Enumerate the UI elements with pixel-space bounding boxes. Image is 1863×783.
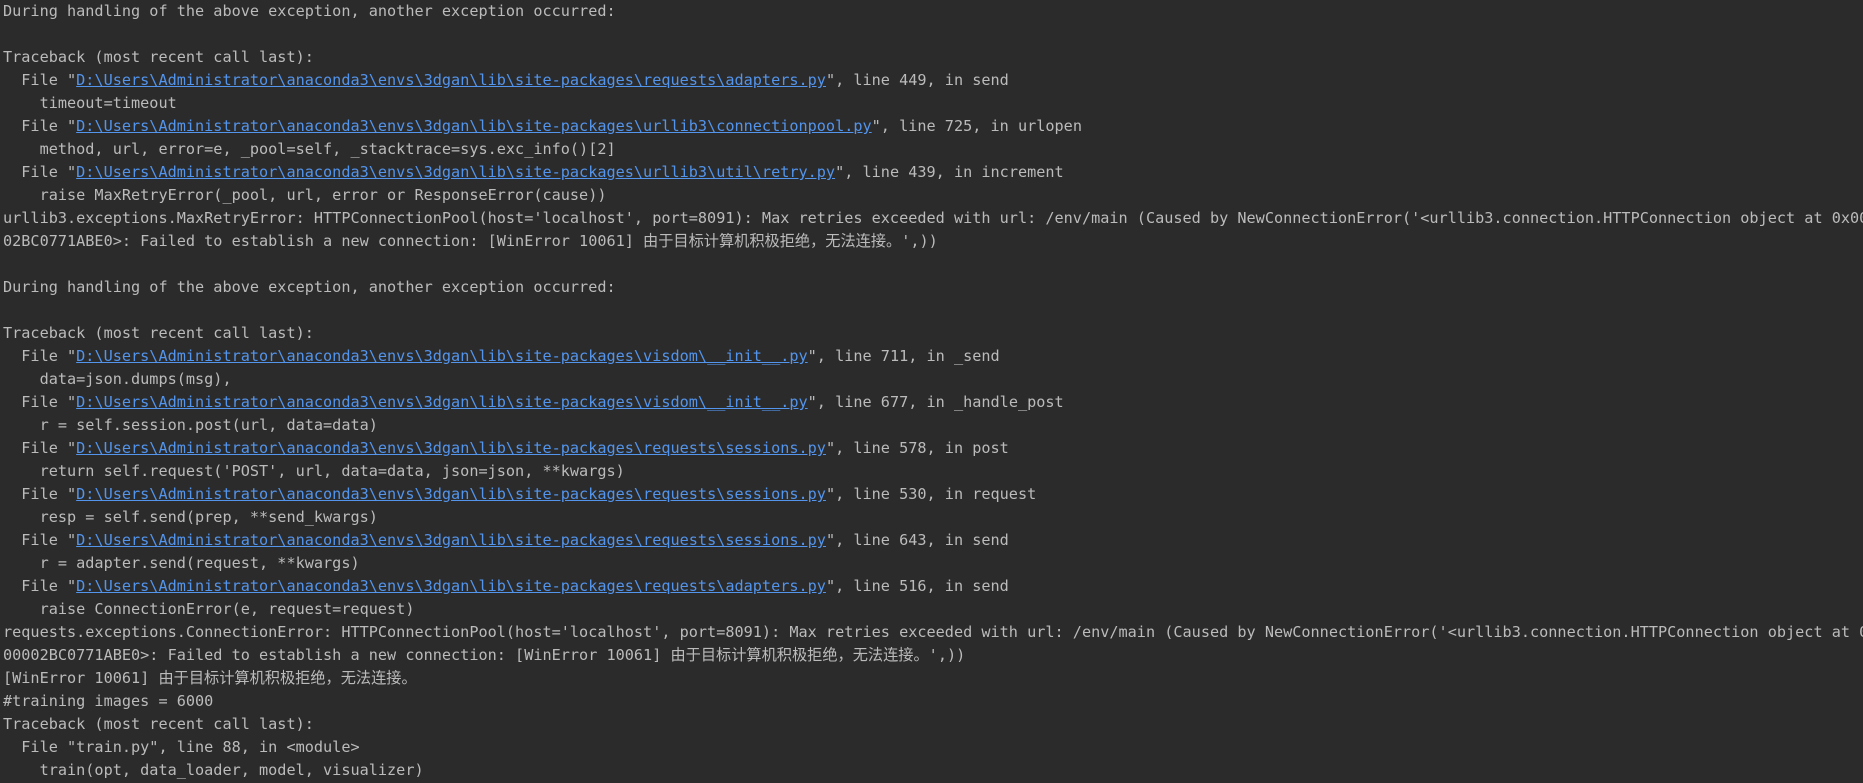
console-line: raise MaxRetryError(_pool, url, error or… bbox=[3, 184, 1861, 207]
console-text: r = adapter.send(request, **kwargs) bbox=[3, 554, 360, 572]
traceback-file-link[interactable]: D:\Users\Administrator\anaconda3\envs\3d… bbox=[76, 531, 826, 549]
console-text: #training images = 6000 bbox=[3, 692, 214, 710]
console-line: File "D:\Users\Administrator\anaconda3\e… bbox=[3, 529, 1861, 552]
console-text: r = self.session.post(url, data=data) bbox=[3, 416, 378, 434]
console-output[interactable]: During handling of the above exception, … bbox=[3, 0, 1863, 782]
console-text: resp = self.send(prep, **send_kwargs) bbox=[3, 508, 378, 526]
console-text: Traceback (most recent call last): bbox=[3, 715, 314, 733]
console-text: raise MaxRetryError(_pool, url, error or… bbox=[3, 186, 607, 204]
console-line: File "D:\Users\Administrator\anaconda3\e… bbox=[3, 345, 1861, 368]
traceback-file-prefix: File " bbox=[3, 163, 77, 181]
traceback-file-prefix: File " bbox=[3, 117, 77, 135]
console-text: raise ConnectionError(e, request=request… bbox=[3, 600, 415, 618]
console-text: 00002BC0771ABE0>: Failed to establish a … bbox=[3, 646, 966, 664]
traceback-location: ", line 516, in send bbox=[825, 577, 1009, 595]
console-text: method, url, error=e, _pool=self, _stack… bbox=[3, 140, 616, 158]
console-line: [WinError 10061] 由于目标计算机积极拒绝，无法连接。 bbox=[3, 667, 1861, 690]
traceback-file-link[interactable]: D:\Users\Administrator\anaconda3\envs\3d… bbox=[76, 71, 826, 89]
traceback-file-prefix: File " bbox=[3, 393, 77, 411]
console-line: File "train.py", line 88, in <module> bbox=[3, 736, 1861, 759]
console-line: File "D:\Users\Administrator\anaconda3\e… bbox=[3, 69, 1861, 92]
console-line: requests.exceptions.ConnectionError: HTT… bbox=[3, 621, 1863, 644]
traceback-file-prefix: File " bbox=[3, 347, 77, 365]
console-line: r = self.session.post(url, data=data) bbox=[3, 414, 1861, 437]
console-text: return self.request('POST', url, data=da… bbox=[3, 462, 625, 480]
console-line: File "D:\Users\Administrator\anaconda3\e… bbox=[3, 391, 1861, 414]
traceback-location: ", line 711, in _send bbox=[807, 347, 1000, 365]
traceback-file-prefix: File " bbox=[3, 485, 77, 503]
console-text: 02BC0771ABE0>: Failed to establish a new… bbox=[3, 232, 938, 250]
traceback-file-link[interactable]: D:\Users\Administrator\anaconda3\envs\3d… bbox=[76, 163, 835, 181]
console-text: [WinError 10061] 由于目标计算机积极拒绝，无法连接。 bbox=[3, 669, 417, 687]
console-line: File "D:\Users\Administrator\anaconda3\e… bbox=[3, 437, 1861, 460]
console-text: During handling of the above exception, … bbox=[3, 278, 616, 296]
console-line: During handling of the above exception, … bbox=[3, 0, 1861, 23]
console-line: Traceback (most recent call last): bbox=[3, 322, 1861, 345]
traceback-location: ", line 439, in increment bbox=[835, 163, 1064, 181]
console-line: File "D:\Users\Administrator\anaconda3\e… bbox=[3, 575, 1861, 598]
traceback-file-link[interactable]: D:\Users\Administrator\anaconda3\envs\3d… bbox=[76, 393, 808, 411]
console-text: urllib3.exceptions.MaxRetryError: HTTPCo… bbox=[3, 209, 1863, 227]
console-line: During handling of the above exception, … bbox=[3, 276, 1861, 299]
console-text: File "train.py", line 88, in <module> bbox=[3, 738, 360, 756]
traceback-file-link[interactable]: D:\Users\Administrator\anaconda3\envs\3d… bbox=[76, 439, 826, 457]
console-line: File "D:\Users\Administrator\anaconda3\e… bbox=[3, 161, 1861, 184]
traceback-file-link[interactable]: D:\Users\Administrator\anaconda3\envs\3d… bbox=[76, 347, 808, 365]
traceback-file-prefix: File " bbox=[3, 439, 77, 457]
console-text: Traceback (most recent call last): bbox=[3, 48, 314, 66]
traceback-location: ", line 578, in post bbox=[825, 439, 1009, 457]
console-line: File "D:\Users\Administrator\anaconda3\e… bbox=[3, 483, 1861, 506]
traceback-location: ", line 725, in urlopen bbox=[871, 117, 1082, 135]
traceback-file-link[interactable]: D:\Users\Administrator\anaconda3\envs\3d… bbox=[76, 117, 872, 135]
console-text: During handling of the above exception, … bbox=[3, 2, 616, 20]
console-line: Traceback (most recent call last): bbox=[3, 713, 1861, 736]
traceback-file-link[interactable]: D:\Users\Administrator\anaconda3\envs\3d… bbox=[76, 577, 826, 595]
console-text: timeout=timeout bbox=[3, 94, 177, 112]
traceback-file-link[interactable]: D:\Users\Administrator\anaconda3\envs\3d… bbox=[76, 485, 826, 503]
console-text: train(opt, data_loader, model, visualize… bbox=[3, 761, 424, 779]
traceback-file-prefix: File " bbox=[3, 71, 77, 89]
console-line: return self.request('POST', url, data=da… bbox=[3, 460, 1861, 483]
console-line: urllib3.exceptions.MaxRetryError: HTTPCo… bbox=[3, 207, 1863, 230]
traceback-location: ", line 530, in request bbox=[825, 485, 1037, 503]
console-line: #training images = 6000 bbox=[3, 690, 1861, 713]
console-line: File "D:\Users\Administrator\anaconda3\e… bbox=[3, 115, 1861, 138]
console-line: resp = self.send(prep, **send_kwargs) bbox=[3, 506, 1861, 529]
console-line: method, url, error=e, _pool=self, _stack… bbox=[3, 138, 1861, 161]
console-text: Traceback (most recent call last): bbox=[3, 324, 314, 342]
console-text: requests.exceptions.ConnectionError: HTT… bbox=[3, 623, 1863, 641]
traceback-file-prefix: File " bbox=[3, 577, 77, 595]
console-line: timeout=timeout bbox=[3, 92, 1861, 115]
console-text: data=json.dumps(msg), bbox=[3, 370, 232, 388]
console-line: r = adapter.send(request, **kwargs) bbox=[3, 552, 1861, 575]
console-line: Traceback (most recent call last): bbox=[3, 46, 1861, 69]
console-line: raise ConnectionError(e, request=request… bbox=[3, 598, 1861, 621]
traceback-location: ", line 677, in _handle_post bbox=[807, 393, 1064, 411]
traceback-location: ", line 643, in send bbox=[825, 531, 1009, 549]
traceback-location: ", line 449, in send bbox=[825, 71, 1009, 89]
console-line: 00002BC0771ABE0>: Failed to establish a … bbox=[3, 644, 1861, 667]
traceback-file-prefix: File " bbox=[3, 531, 77, 549]
console-line: train(opt, data_loader, model, visualize… bbox=[3, 759, 1861, 782]
console-line: data=json.dumps(msg), bbox=[3, 368, 1861, 391]
console-line: 02BC0771ABE0>: Failed to establish a new… bbox=[3, 230, 1861, 253]
